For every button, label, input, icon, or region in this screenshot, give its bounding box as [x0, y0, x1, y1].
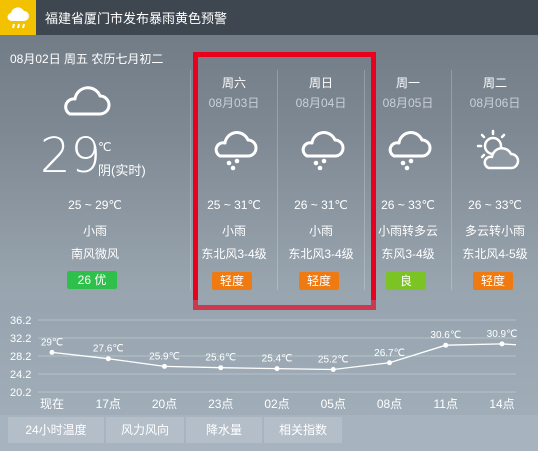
- day-temp-range: 26 ~ 33℃: [468, 198, 522, 212]
- highlight-box: [193, 52, 376, 310]
- current-aqi-badge[interactable]: 26 优: [67, 271, 117, 289]
- temp-unit: ℃: [98, 140, 112, 154]
- data-label: 27.6℃: [93, 344, 124, 355]
- data-label: 25.9℃: [149, 351, 180, 362]
- rain-alert-icon: [0, 0, 36, 35]
- data-label: 25.6℃: [205, 353, 236, 364]
- x-tick-label: 05点: [321, 397, 346, 411]
- data-point: [387, 360, 392, 366]
- day-wind: 东北风4-5级: [462, 247, 528, 261]
- day-temp-range: 26 ~ 33℃: [381, 198, 435, 212]
- data-point: [443, 342, 449, 348]
- tab-related-index[interactable]: 相关指数: [264, 417, 342, 443]
- data-point: [330, 367, 336, 372]
- cloud-icon: [58, 80, 112, 125]
- x-tick-label: 11点: [434, 397, 458, 411]
- alert-text[interactable]: 福建省厦门市发布暴雨黄色预警: [45, 8, 227, 27]
- forecast-day[interactable]: 周二 08月06日 26 ~ 33℃ 多云转小雨 东北风4-5级 轻度: [451, 70, 538, 300]
- x-tick-label: 02点: [264, 397, 289, 411]
- current-wind: 南风微风: [70, 247, 119, 261]
- data-point: [162, 363, 167, 369]
- day-date: 08月05日: [382, 96, 434, 110]
- day-aqi-badge[interactable]: 轻度: [473, 272, 513, 290]
- tab-wind[interactable]: 风力风向: [106, 417, 184, 443]
- y-tick-label: 32.2: [10, 333, 31, 345]
- data-point: [105, 356, 111, 362]
- data-label: 30.9℃: [487, 329, 518, 340]
- x-tick-label: 现在: [40, 397, 64, 411]
- day-date: 08月06日: [469, 96, 521, 110]
- y-tick-label: 28.2: [10, 351, 31, 363]
- x-tick-label: 17点: [96, 397, 121, 411]
- x-tick-label: 20点: [152, 397, 177, 411]
- tab-precipitation[interactable]: 降水量: [186, 417, 262, 443]
- data-label: 25.4℃: [262, 354, 293, 365]
- chart-tabs: 24小时温度 风力风向 降水量 相关指数: [0, 415, 538, 451]
- data-label: 29℃: [41, 337, 63, 348]
- rain-cloud-icon: [384, 128, 434, 177]
- current-temp-range: 25 ~ 29℃: [68, 198, 122, 212]
- day-weather: 多云转小雨: [464, 224, 525, 238]
- data-point: [274, 366, 280, 372]
- data-point: [218, 365, 224, 371]
- x-tick-label: 14点: [489, 397, 514, 411]
- sun-cloud-icon: [471, 128, 525, 179]
- day-wind: 东风3-4级: [381, 247, 435, 261]
- tab-24h-temp[interactable]: 24小时温度: [8, 417, 104, 443]
- current-date: 08月02日 周五 农历七月初二: [10, 52, 164, 66]
- day-name: 周二: [482, 76, 507, 90]
- current-weather: 29 ℃ 阴(实时) 25 ~ 29℃ 小雨 南风微风 26 优: [0, 70, 190, 300]
- current-weather-text: 小雨: [82, 224, 107, 238]
- current-desc: 阴(实时): [98, 163, 146, 178]
- chart-svg: 36.2 32.2 28.2 24.2 20.2 29℃ 现在 27.6℃ 17点 25.9℃ 20…: [10, 315, 518, 411]
- y-tick-label: 36.2: [10, 315, 31, 327]
- day-name: 周一: [395, 76, 420, 90]
- weather-alert-bar[interactable]: 福建省厦门市发布暴雨黄色预警: [0, 0, 538, 35]
- day-weather: 小雨转多云: [377, 224, 438, 238]
- x-tick-label: 08点: [377, 397, 402, 411]
- day-aqi-badge[interactable]: 良: [386, 272, 426, 290]
- forecast-day[interactable]: 周一 08月05日 26 ~ 33℃ 小雨转多云 东风3-4级 良: [364, 70, 452, 300]
- data-label: 25.2℃: [318, 355, 349, 366]
- x-tick-label: 23点: [208, 397, 233, 411]
- data-point: [49, 349, 55, 355]
- temperature-chart: 36.2 32.2 28.2 24.2 20.2 29℃ 现在 27.6℃ 17点 25.9℃ 20…: [0, 300, 538, 415]
- data-label: 30.6℃: [430, 330, 461, 341]
- y-tick-label: 20.2: [10, 387, 31, 399]
- current-temp: 29: [40, 128, 102, 184]
- data-point: [499, 341, 505, 347]
- data-label: 26.7℃: [374, 348, 405, 359]
- y-tick-label: 24.2: [10, 369, 31, 381]
